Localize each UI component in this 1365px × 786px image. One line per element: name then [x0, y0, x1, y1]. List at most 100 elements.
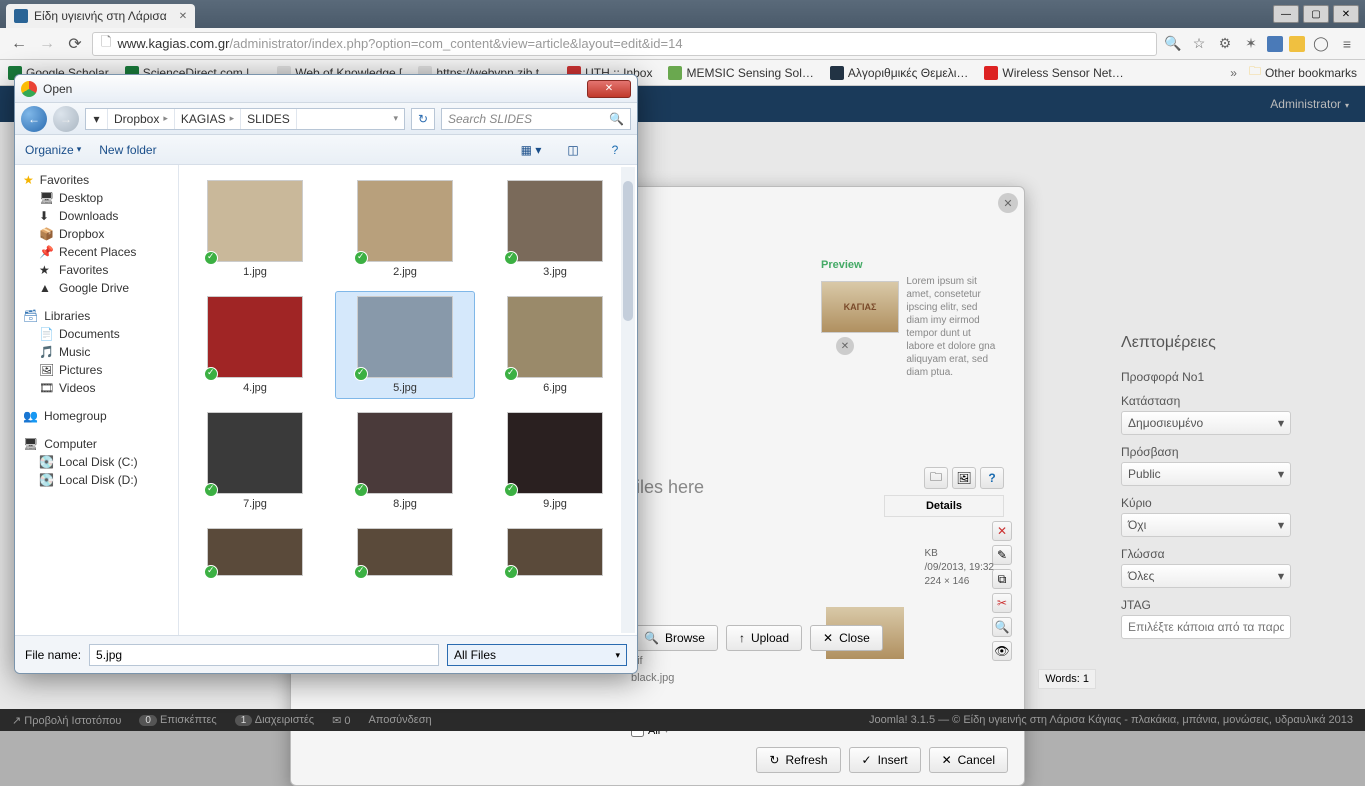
preview-pane-button[interactable]: ◫ [561, 139, 585, 161]
modal-close-icon[interactable]: ✕ [998, 193, 1018, 213]
ext2-icon[interactable] [1267, 36, 1283, 52]
sidebar-item[interactable]: ⬇Downloads [15, 207, 178, 225]
breadcrumb[interactable]: ▾ Dropbox▸ KAGIAS▸ SLIDES ▾ [85, 108, 405, 130]
close-button[interactable]: ✕Close [810, 625, 883, 651]
access-select[interactable]: Public▾ [1121, 462, 1291, 486]
organize-menu[interactable]: Organize ▾ [25, 143, 81, 157]
dialog-close-button[interactable]: ✕ [587, 80, 631, 98]
sidebar-computer-header[interactable]: 🖥Computer [15, 435, 178, 453]
minimize-button[interactable]: — [1273, 5, 1299, 23]
file-label: 5.jpg [393, 382, 417, 394]
file-item[interactable]: 7.jpg [185, 407, 325, 515]
featured-select[interactable]: Όχι▾ [1121, 513, 1291, 537]
sidebar-item[interactable]: 📦Dropbox [15, 225, 178, 243]
file-item[interactable]: 3.jpg [485, 175, 625, 283]
back-button[interactable]: ← [8, 33, 30, 55]
delete-icon[interactable]: ✕ [992, 521, 1012, 541]
dialog-back-button[interactable]: ← [21, 106, 47, 132]
sidebar-item[interactable]: 💽Local Disk (D:) [15, 471, 178, 489]
url-path: /administrator/index.php?option=com_cont… [229, 36, 682, 51]
footer-right: Joomla! 3.1.5 — © Είδη υγιεινής στη Λάρι… [869, 714, 1353, 726]
status-select[interactable]: Δημοσιευμένο▾ [1121, 411, 1291, 435]
maximize-button[interactable]: ▢ [1303, 5, 1329, 23]
file-item[interactable] [185, 523, 325, 581]
folder-tool-icon[interactable]: 🗀 [924, 467, 948, 489]
ext3-icon[interactable] [1289, 36, 1305, 52]
file-item[interactable]: 8.jpg [335, 407, 475, 515]
tab-close-icon[interactable]: ✕ [179, 11, 187, 22]
ext1-icon[interactable]: ✶ [1241, 34, 1261, 54]
details-tab[interactable]: Details [884, 495, 1004, 517]
preview-link[interactable]: ↗ Προβολή Ιστοτόπου [12, 714, 121, 727]
help-tool-icon[interactable]: ? [980, 467, 1004, 489]
reload-button[interactable]: ⟳ [64, 33, 86, 55]
sidebar-item[interactable]: 💽Local Disk (C:) [15, 453, 178, 471]
file-item[interactable]: 6.jpg [485, 291, 625, 399]
other-bookmarks[interactable]: 🗀 Other bookmarks [1249, 62, 1357, 83]
ext4-icon[interactable]: ◯ [1311, 34, 1331, 54]
inner-close-icon[interactable]: ✕ [836, 337, 854, 355]
forward-button[interactable]: → [36, 33, 58, 55]
files-scrollbar[interactable] [621, 167, 635, 633]
messages-count: ✉ 0 [332, 714, 350, 727]
dialog-search[interactable]: Search SLIDES 🔍 [441, 108, 631, 130]
help-button[interactable]: ? [603, 139, 627, 161]
menu-icon[interactable]: ≡ [1337, 34, 1357, 54]
url-bar[interactable]: 🗋 www.kagias.com.gr/administrator/index.… [92, 32, 1157, 56]
sidebar-item[interactable]: 📄Documents [15, 325, 178, 343]
insert-button[interactable]: ✓Insert [849, 747, 921, 773]
sidebar-item[interactable]: ★Favorites [15, 261, 178, 279]
drive-crumb[interactable]: ▾ [86, 109, 108, 129]
logout-link[interactable]: Αποσύνδεση [368, 714, 431, 726]
image-tool-icon[interactable]: 🖼 [952, 467, 976, 489]
new-folder-button[interactable]: New folder [99, 143, 156, 157]
language-select[interactable]: Όλες▾ [1121, 564, 1291, 588]
sidebar-homegroup[interactable]: 👥Homegroup [15, 407, 178, 425]
file-item[interactable]: 5.jpg [335, 291, 475, 399]
cancel-button[interactable]: ✕Cancel [929, 747, 1008, 773]
view-icon[interactable]: 👁 [992, 641, 1012, 661]
refresh-button[interactable]: ↻Refresh [756, 747, 840, 773]
rename-icon[interactable]: ✎ [992, 545, 1012, 565]
file-item[interactable]: 4.jpg [185, 291, 325, 399]
sidebar-item[interactable]: ▲Google Drive [15, 279, 178, 297]
sidebar-item[interactable]: 🖥Desktop [15, 189, 178, 207]
browse-button[interactable]: 🔍Browse [631, 625, 718, 651]
bookmark-item[interactable]: Αλγοριθμικές Θεμελι… [830, 66, 969, 80]
filename-input[interactable] [89, 644, 439, 666]
browser-tab[interactable]: Είδη υγιεινής στη Λάρισα ✕ [6, 4, 195, 28]
copy-icon[interactable]: ⧉ [992, 569, 1012, 589]
file-item[interactable]: 2.jpg [335, 175, 475, 283]
refresh-dir-button[interactable]: ↻ [411, 108, 435, 130]
jtag-input[interactable] [1121, 615, 1291, 639]
upload-button[interactable]: ↑Upload [726, 625, 802, 651]
sidebar-libraries-header[interactable]: 🗃Libraries [15, 307, 178, 325]
file-filter-select[interactable]: All Files▾ [447, 644, 627, 666]
star-icon[interactable]: ☆ [1189, 34, 1209, 54]
view-mode-button[interactable]: ▦ ▾ [519, 139, 543, 161]
file-item[interactable] [335, 523, 475, 581]
bookmark-favicon [830, 66, 844, 80]
settings-gear-icon[interactable]: ⚙ [1215, 34, 1235, 54]
crumb-dropdown-icon[interactable]: ▾ [387, 113, 404, 124]
admin-user-menu[interactable]: Administrator▾ [1270, 97, 1349, 111]
sidebar-item[interactable]: 🖼Pictures [15, 361, 178, 379]
crumb-2[interactable]: SLIDES [241, 109, 297, 129]
bookmark-item[interactable]: Wireless Sensor Net… [984, 66, 1123, 80]
search-icon[interactable]: 🔍 [1163, 34, 1183, 54]
file-item[interactable] [485, 523, 625, 581]
close-window-button[interactable]: ✕ [1333, 5, 1359, 23]
bookmarks-overflow-icon[interactable]: » [1230, 66, 1237, 80]
cut-icon[interactable]: ✂ [992, 593, 1012, 613]
sidebar-favorites-header[interactable]: ★Favorites [15, 171, 178, 189]
dialog-forward-button[interactable]: → [53, 106, 79, 132]
file-item[interactable]: 9.jpg [485, 407, 625, 515]
file-item[interactable]: 1.jpg [185, 175, 325, 283]
crumb-0[interactable]: Dropbox▸ [108, 109, 175, 129]
sidebar-item[interactable]: 📌Recent Places [15, 243, 178, 261]
sidebar-item[interactable]: 🎵Music [15, 343, 178, 361]
zoom-icon[interactable]: 🔍 [992, 617, 1012, 637]
crumb-1[interactable]: KAGIAS▸ [175, 109, 241, 129]
bookmark-item[interactable]: MEMSIC Sensing Sol… [668, 66, 813, 80]
sidebar-item[interactable]: 🎞Videos [15, 379, 178, 397]
